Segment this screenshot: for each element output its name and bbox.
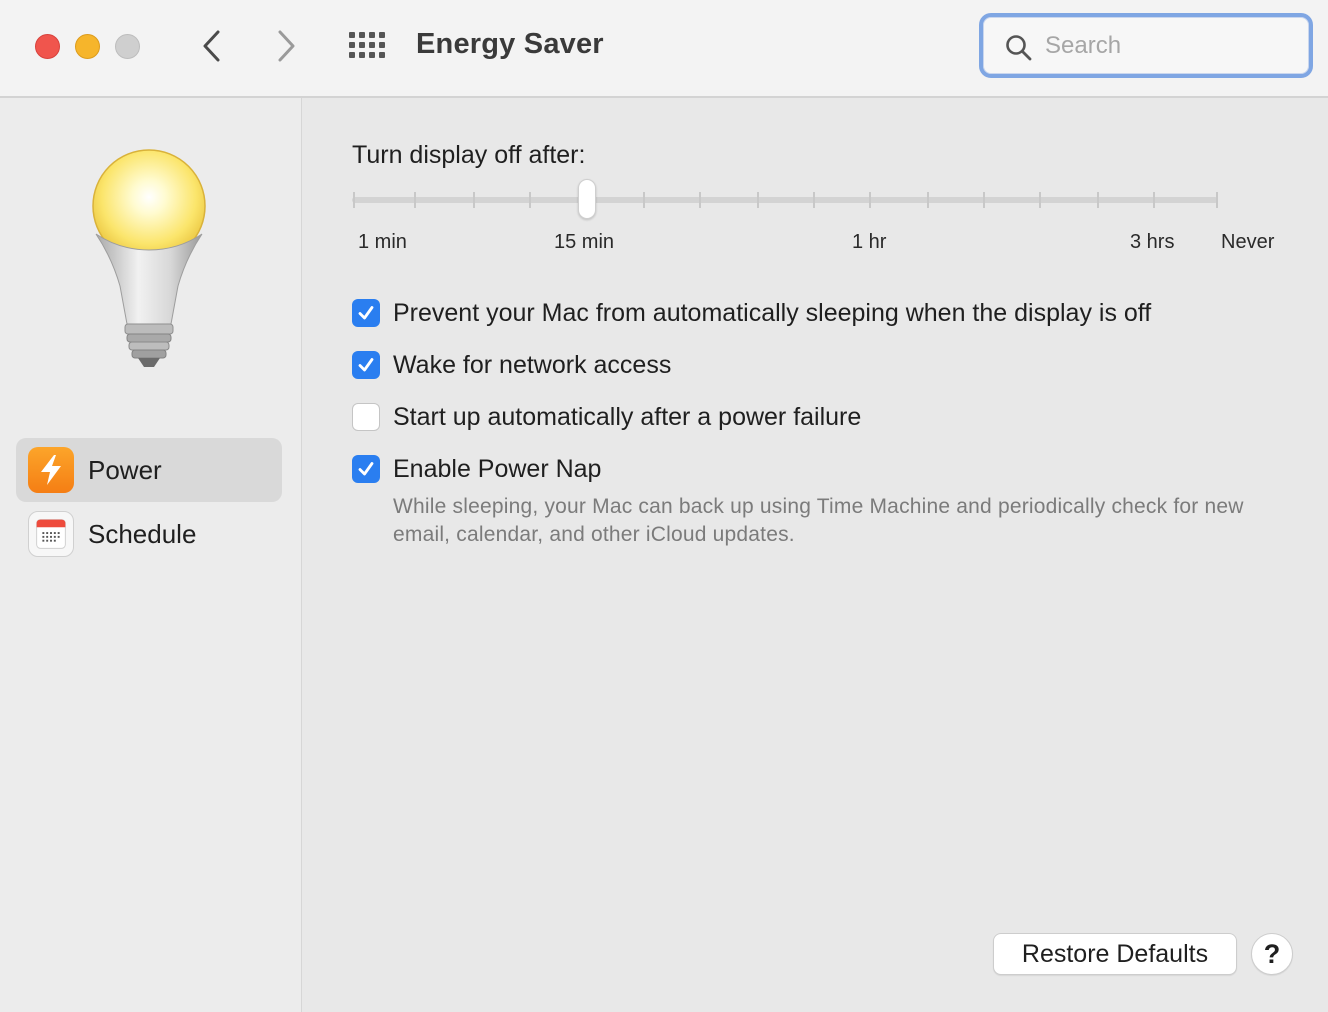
checkmark-icon (358, 462, 374, 476)
chevron-right-icon (278, 30, 295, 62)
zoom-window-button[interactable] (115, 34, 140, 59)
help-button[interactable]: ? (1251, 933, 1293, 975)
slider-tick (529, 192, 531, 208)
slider-tick (869, 192, 871, 208)
sidebar-item-power[interactable]: Power (16, 438, 282, 502)
minimize-window-button[interactable] (75, 34, 100, 59)
checkbox-checked[interactable] (352, 455, 380, 483)
power-nap-description: While sleeping, your Mac can back up usi… (393, 495, 1244, 546)
forward-button[interactable] (270, 28, 302, 64)
slider-tick (643, 192, 645, 208)
show-all-button[interactable] (347, 30, 387, 62)
checkbox-label: Wake for network access (393, 350, 672, 379)
wake-network-checkbox[interactable]: Wake for network access (352, 350, 671, 380)
display-sleep-title: Turn display off after: (352, 141, 586, 169)
back-button[interactable] (196, 28, 228, 64)
checkbox-checked[interactable] (352, 299, 380, 327)
checkbox-checked[interactable] (352, 351, 380, 379)
startup-after-power-failure-checkbox[interactable]: Start up automatically after a power fai… (352, 402, 861, 432)
chevron-left-icon (203, 30, 220, 62)
slider-tick (1153, 192, 1155, 208)
slider-tick (1039, 192, 1041, 208)
search-icon (1006, 35, 1032, 61)
slider-tick (473, 192, 475, 208)
prevent-sleep-checkbox[interactable]: Prevent your Mac from automatically slee… (352, 298, 1151, 328)
display-sleep-slider-track[interactable] (352, 197, 1218, 203)
power-bolt-icon (28, 447, 74, 493)
sidebar-item-schedule[interactable]: Schedule (16, 502, 282, 566)
search-input[interactable] (1045, 29, 1295, 63)
slider-tick (983, 192, 985, 208)
sidebar-item-label: Schedule (88, 518, 197, 549)
slider-label-never: Never (1221, 231, 1275, 253)
slider-tick (699, 192, 701, 208)
window-title: Energy Saver (416, 28, 604, 60)
main-pane: Turn display off after: 1 min 15 min 1 h… (303, 98, 1328, 1012)
slider-tick (353, 192, 355, 208)
slider-label-3-hrs: 3 hrs (1130, 231, 1175, 253)
restore-defaults-button[interactable]: Restore Defaults (993, 933, 1237, 975)
checkbox-label: Prevent your Mac from automatically slee… (393, 298, 1152, 327)
slider-label-1-hr: 1 hr (852, 231, 887, 253)
checkmark-icon (358, 358, 374, 372)
slider-label-1-min: 1 min (358, 231, 407, 253)
slider-tick (813, 192, 815, 208)
checkbox-label: Start up automatically after a power fai… (393, 402, 862, 431)
slider-tick (1216, 192, 1218, 208)
title-bar: Energy Saver (0, 0, 1328, 98)
sidebar: Power Schedule (0, 98, 302, 1012)
close-window-button[interactable] (35, 34, 60, 59)
search-field[interactable] (979, 13, 1313, 78)
sidebar-item-label: Power (88, 454, 162, 485)
checkbox-label: Enable Power Nap (393, 454, 602, 483)
light-bulb-icon (92, 149, 206, 367)
slider-tick (1097, 192, 1099, 208)
slider-tick (757, 192, 759, 208)
slider-label-15-min: 15 min (554, 231, 615, 253)
slider-tick (414, 192, 416, 208)
power-nap-checkbox[interactable]: Enable Power Nap (352, 454, 601, 484)
calendar-icon (28, 511, 74, 557)
display-sleep-slider-knob[interactable] (578, 179, 596, 219)
checkbox-unchecked[interactable] (352, 403, 380, 431)
slider-tick (927, 192, 929, 208)
checkmark-icon (358, 306, 374, 320)
